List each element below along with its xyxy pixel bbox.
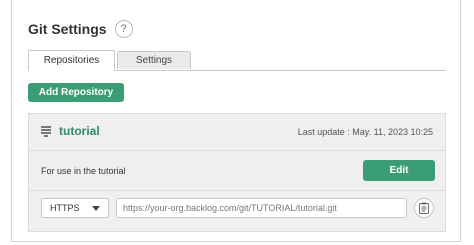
tab-bar: Repositories Settings [28, 50, 191, 71]
last-update-text: Last update : May. 11, 2023 10:25 [297, 127, 433, 137]
card-divider [29, 190, 445, 191]
tab-settings[interactable]: Settings [117, 51, 191, 69]
copy-url-button[interactable] [414, 198, 434, 218]
repository-card: tutorial Last update : May. 11, 2023 10:… [28, 113, 446, 232]
protocol-select-value: HTTPS [50, 203, 80, 213]
card-divider [29, 150, 445, 151]
server-icon [41, 125, 51, 137]
help-icon[interactable]: ? [114, 20, 133, 38]
git-settings-panel: Git Settings ? Repositories Settings Add… [11, 0, 461, 242]
repository-url-field[interactable] [116, 198, 407, 218]
repository-header: tutorial [41, 124, 100, 138]
chevron-down-icon [92, 206, 100, 211]
clipboard-icon [419, 202, 429, 214]
protocol-select[interactable]: HTTPS [41, 198, 109, 218]
edit-button[interactable]: Edit [363, 160, 435, 181]
title-row: Git Settings ? [28, 18, 133, 40]
add-repository-button[interactable]: Add Repository [28, 83, 124, 102]
tab-repositories[interactable]: Repositories [28, 50, 115, 71]
repository-description: For use in the tutorial [41, 166, 126, 176]
repository-name-link[interactable]: tutorial [59, 124, 100, 138]
page-title: Git Settings [28, 21, 107, 37]
